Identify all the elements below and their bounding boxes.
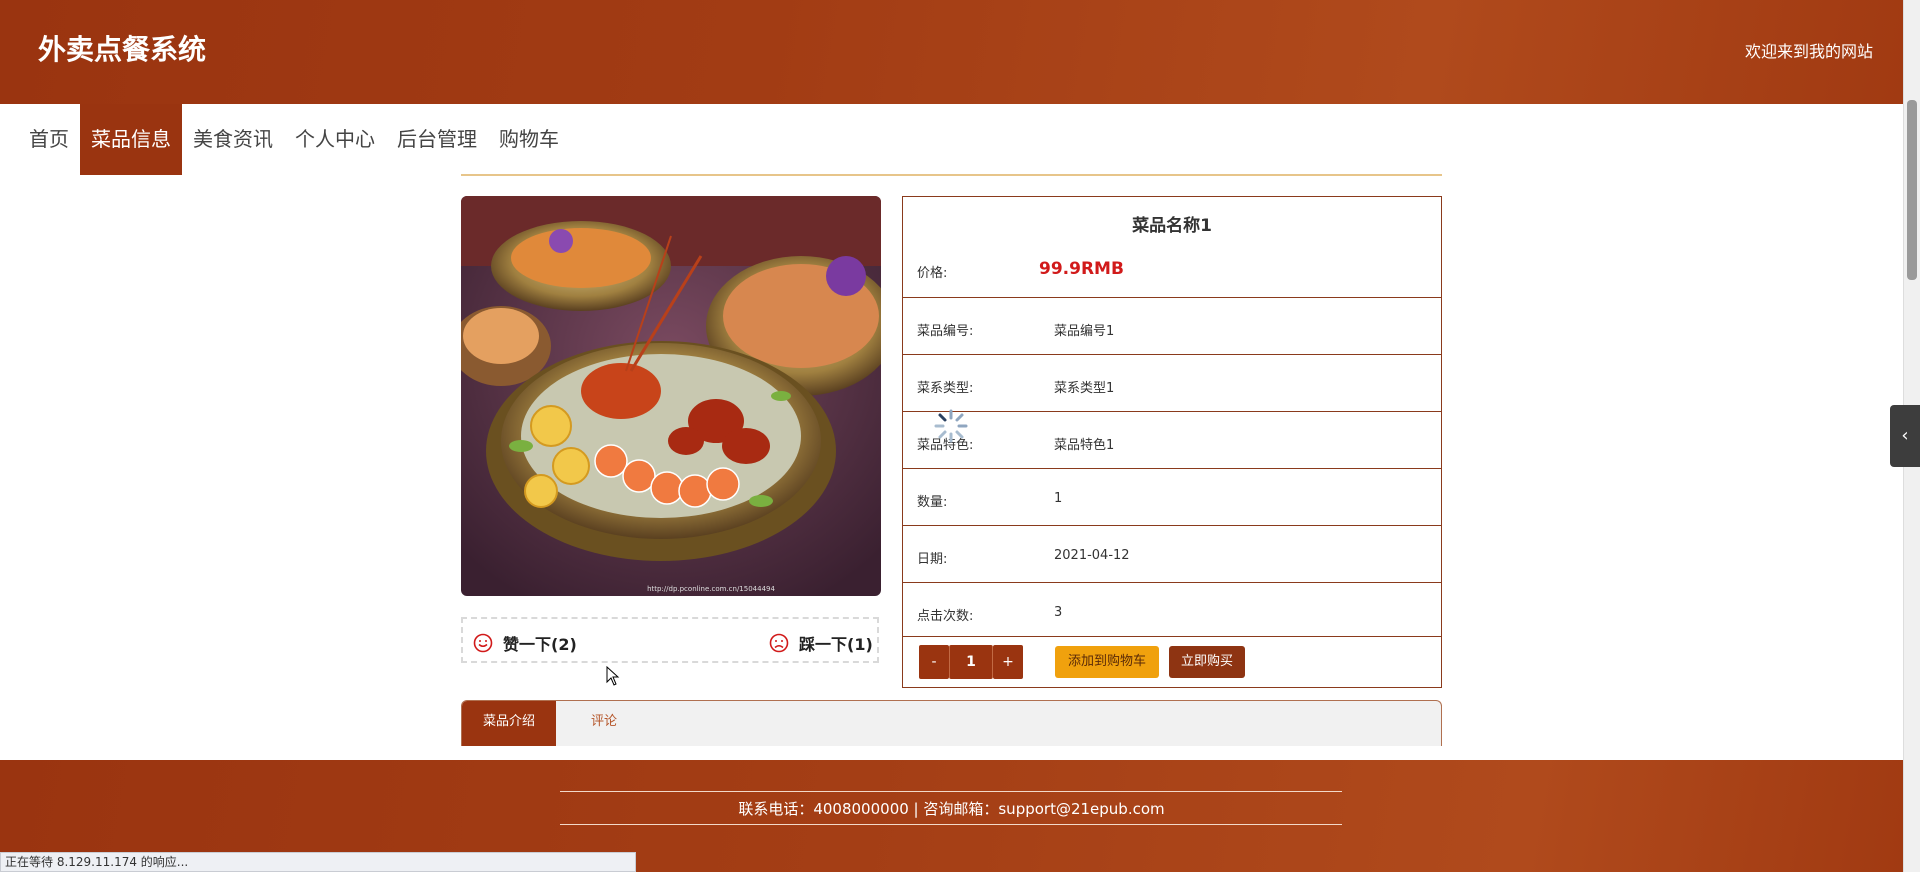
info-row: 点击次数: 3 (903, 583, 1441, 637)
field-value: 菜系类型1 (1054, 381, 1115, 396)
footer-divider-bottom (560, 824, 1342, 825)
footer-divider-top (560, 791, 1342, 792)
nav-item-admin[interactable]: 后台管理 (386, 104, 488, 175)
vote-bar: 赞一下(2) 踩一下(1) (461, 617, 879, 663)
dislike-label: 踩一下(1) (799, 635, 873, 654)
frown-icon (769, 633, 789, 653)
field-value: 2021-04-12 (1054, 548, 1130, 563)
field-value: 1 (1054, 491, 1063, 506)
product-name: 菜品名称1 (1132, 216, 1212, 236)
info-row-price: 菜品名称1 价格: 99.9RMB (903, 197, 1441, 298)
scrollbar-thumb[interactable] (1907, 100, 1917, 280)
like-button[interactable]: 赞一下(2) (473, 631, 577, 655)
site-title[interactable]: 外卖点餐系统 (38, 28, 206, 68)
site-header: 外卖点餐系统 欢迎来到我的网站 (0, 0, 1903, 104)
svg-text:http://dp.pconline.com.cn/1504: http://dp.pconline.com.cn/15044494 (647, 585, 775, 593)
dislike-button[interactable]: 踩一下(1) (769, 631, 873, 655)
field-value: 3 (1054, 605, 1063, 620)
mouse-cursor-icon (606, 666, 620, 686)
tab-comments[interactable]: 评论 (556, 701, 652, 746)
nav-item-personal-center[interactable]: 个人中心 (284, 104, 386, 175)
welcome-text: 欢迎来到我的网站 (1744, 42, 1873, 61)
info-row: 日期: 2021-04-12 (903, 526, 1441, 583)
field-label: 点击次数: (917, 609, 974, 624)
add-to-cart-button[interactable]: 添加到购物车 (1055, 646, 1159, 678)
product-info-panel: 菜品名称1 价格: 99.9RMB 菜品编号: 菜品编号1 菜系类型: 菜系类型… (902, 196, 1442, 688)
detail-tabs: 菜品介绍 评论 (461, 700, 1442, 746)
field-label: 日期: (917, 552, 948, 567)
field-label: 菜系类型: (917, 381, 974, 396)
nav-item-home[interactable]: 首页 (18, 104, 80, 175)
smile-icon (473, 633, 493, 653)
product-image: http://dp.pconline.com.cn/15044494 (461, 196, 881, 596)
chevron-left-icon: ‹ (1901, 425, 1909, 446)
info-row: 菜品编号: 菜品编号1 (903, 298, 1441, 355)
nav-item-cart[interactable]: 购物车 (488, 104, 570, 175)
info-row: 菜品特色: 菜品特色1 (903, 412, 1441, 469)
nav-item-dishes[interactable]: 菜品信息 (80, 104, 182, 175)
loading-spinner-icon (934, 409, 968, 443)
price-value: 99.9RMB (1039, 259, 1124, 279)
side-panel-toggle[interactable]: ‹ (1890, 405, 1920, 467)
info-row: 数量: 1 (903, 469, 1441, 526)
quantity-increase-button[interactable]: + (993, 645, 1023, 679)
field-label: 数量: (917, 495, 948, 510)
nav-item-food-news[interactable]: 美食资讯 (182, 104, 284, 175)
price-label: 价格: (917, 266, 948, 281)
quantity-decrease-button[interactable]: - (919, 645, 949, 679)
field-value: 菜品编号1 (1054, 324, 1115, 339)
field-value: 菜品特色1 (1054, 438, 1115, 453)
field-label: 菜品编号: (917, 324, 974, 339)
footer-contact: 联系电话：4008000000 | 咨询邮箱：support@21epub.co… (738, 800, 1165, 818)
quantity-stepper: - 1 + (919, 645, 1023, 679)
buy-now-button[interactable]: 立即购买 (1169, 646, 1245, 678)
main-nav: 首页 菜品信息 美食资讯 个人中心 后台管理 购物车 (18, 104, 570, 175)
like-label: 赞一下(2) (503, 635, 577, 654)
nav-divider (461, 174, 1442, 176)
tab-dish-intro[interactable]: 菜品介绍 (462, 701, 556, 746)
quantity-input[interactable]: 1 (949, 645, 993, 679)
info-row: 菜系类型: 菜系类型1 (903, 355, 1441, 412)
browser-status-bar: 正在等待 8.129.11.174 的响应... (0, 852, 636, 872)
